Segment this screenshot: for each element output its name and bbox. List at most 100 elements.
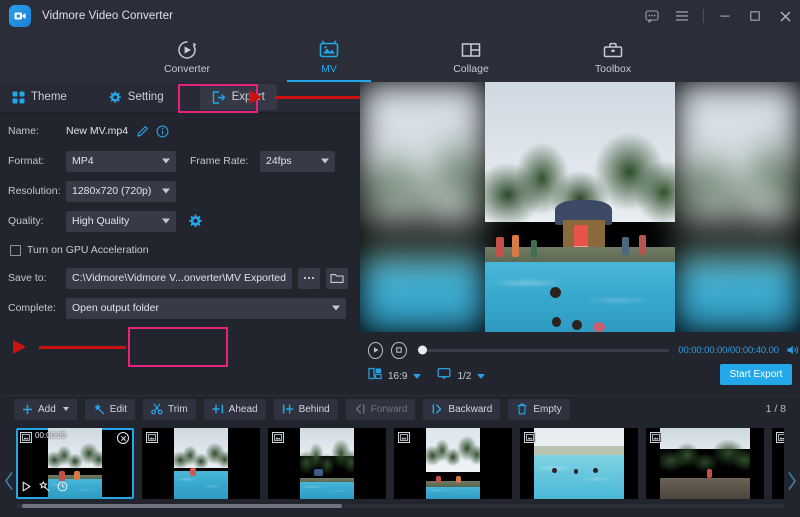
thumbnail-clip-3[interactable] (268, 428, 386, 499)
framerate-select[interactable]: 24fps (260, 151, 335, 172)
clip-play-icon[interactable] (21, 481, 32, 495)
gpu-acceleration-row[interactable]: Turn on GPU Acceleration (0, 240, 360, 260)
mv-icon (318, 39, 340, 61)
setting-gear-icon (109, 91, 122, 104)
insert-behind-icon (282, 403, 294, 415)
aspect-ratio-control[interactable]: 16:9 (368, 367, 421, 385)
thumbnail-scrollbar-track[interactable] (16, 504, 784, 508)
nav-tab-label: Toolbox (595, 63, 631, 75)
resolution-row: Resolution: 1280x720 (720p) (0, 179, 360, 203)
saveto-path-value: C:\Vidmore\Vidmore V...onverter\MV Expor… (72, 272, 286, 284)
media-type-icon (398, 432, 410, 443)
sub-tab-export[interactable]: Export (200, 84, 277, 110)
move-backward-button[interactable]: Backward (423, 399, 500, 420)
sub-tab-setting[interactable]: Setting (97, 82, 176, 113)
chevron-down-icon[interactable] (63, 407, 69, 411)
chevron-down-icon[interactable] (413, 374, 421, 379)
thumbnail-scrollbar-thumb[interactable] (22, 504, 342, 508)
window-controls-divider (697, 0, 710, 32)
nav-tab-collage[interactable]: Collage (420, 32, 522, 82)
chevron-down-icon (162, 189, 170, 194)
gpu-acceleration-checkbox[interactable] (10, 245, 21, 256)
sub-tab-label: Setting (128, 91, 164, 103)
aspect-ratio-icon (368, 367, 382, 385)
sub-tab-label: Theme (31, 91, 67, 103)
clip-duration-icon[interactable] (57, 481, 68, 495)
aspect-ratio-value: 16:9 (388, 371, 407, 382)
play-button[interactable] (368, 342, 383, 359)
nav-tab-mv[interactable]: MV (278, 32, 380, 82)
maximize-icon[interactable] (740, 0, 770, 32)
name-row: Name: New MV.mp4 (0, 119, 360, 143)
sub-tab-theme[interactable]: Theme (0, 82, 79, 113)
window-controls (637, 0, 800, 32)
timecode-display: 00:00:00.00/00:00:40.00 (678, 345, 779, 356)
move-forward-button[interactable]: Forward (346, 399, 416, 420)
info-icon[interactable] (156, 125, 169, 138)
video-preview[interactable] (360, 82, 800, 332)
preview-zoom-control[interactable]: 1/2 (437, 367, 485, 385)
stop-button[interactable] (391, 342, 406, 359)
thumbnail-clip-5[interactable] (520, 428, 638, 499)
empty-button[interactable]: Empty (508, 399, 569, 420)
minimize-icon[interactable] (710, 0, 740, 32)
complete-action-value: Open output folder (72, 302, 159, 314)
close-icon[interactable] (770, 0, 800, 32)
sub-tab-label: Export (232, 91, 265, 103)
resolution-select[interactable]: 1280x720 (720p) (66, 181, 176, 202)
remove-clip-icon[interactable] (117, 432, 129, 444)
scroll-right-arrow[interactable] (784, 468, 798, 494)
export-panel: Theme Setting (0, 82, 360, 395)
app-title: Vidmore Video Converter (42, 10, 173, 22)
media-type-icon (650, 432, 662, 443)
saveto-label: Save to: (8, 272, 66, 284)
preview-blur-left (360, 82, 485, 332)
quality-settings-gear-icon[interactable] (188, 214, 203, 229)
chevron-down-icon (162, 159, 170, 164)
player-start-export-button[interactable]: Start Export (720, 364, 792, 385)
trim-button[interactable]: Trim (143, 399, 196, 420)
feedback-icon[interactable] (637, 0, 667, 32)
volume-icon[interactable] (786, 344, 800, 356)
export-settings-form: Name: New MV.mp4 Format: (0, 113, 360, 320)
plus-icon (22, 404, 33, 415)
insert-ahead-button[interactable]: Ahead (204, 399, 266, 420)
chevron-down-icon (332, 306, 340, 311)
thumbnail-clip-2[interactable] (142, 428, 260, 499)
thumbnail-clip-1[interactable]: 00:00:05 (16, 428, 134, 499)
gpu-acceleration-label: Turn on GPU Acceleration (27, 244, 149, 256)
quality-select[interactable]: High Quality (66, 211, 176, 232)
collage-icon (460, 39, 482, 61)
edit-button[interactable]: Edit (85, 399, 135, 420)
clip-edit-wand-icon[interactable] (39, 481, 50, 495)
format-value: MP4 (72, 155, 94, 167)
browse-ellipsis-button[interactable] (298, 268, 320, 289)
add-button[interactable]: Add (14, 399, 77, 420)
toolbox-icon (602, 39, 624, 61)
add-button-label: Add (38, 404, 56, 415)
playback-progress-slider[interactable] (419, 349, 670, 352)
move-forward-icon (354, 403, 366, 415)
thumbnail-clip-4[interactable] (394, 428, 512, 499)
menu-icon[interactable] (667, 0, 697, 32)
app-logo-icon (9, 5, 31, 27)
clip-duration: 00:00:05 (35, 431, 66, 440)
rename-pencil-icon[interactable] (136, 125, 149, 138)
nav-tab-converter[interactable]: Converter (136, 32, 238, 82)
title-bar: Vidmore Video Converter (0, 0, 800, 32)
format-select[interactable]: MP4 (66, 151, 176, 172)
playback-slider-handle[interactable] (418, 346, 427, 355)
editing-toolbar: Add Edit Trim (0, 395, 800, 422)
scroll-left-arrow[interactable] (2, 468, 16, 494)
chevron-down-icon[interactable] (477, 374, 485, 379)
backward-button-label: Backward (448, 404, 492, 415)
thumbnail-clip-6[interactable] (646, 428, 764, 499)
open-folder-button[interactable] (326, 268, 348, 289)
nav-tab-toolbox[interactable]: Toolbox (562, 32, 664, 82)
nav-tab-label: Converter (164, 63, 210, 75)
complete-action-select[interactable]: Open output folder (66, 298, 346, 319)
thumbnail-clip-7[interactable] (772, 428, 784, 499)
clip-tools (21, 481, 68, 495)
saveto-path-field[interactable]: C:\Vidmore\Vidmore V...onverter\MV Expor… (66, 268, 292, 289)
insert-behind-button[interactable]: Behind (274, 399, 338, 420)
